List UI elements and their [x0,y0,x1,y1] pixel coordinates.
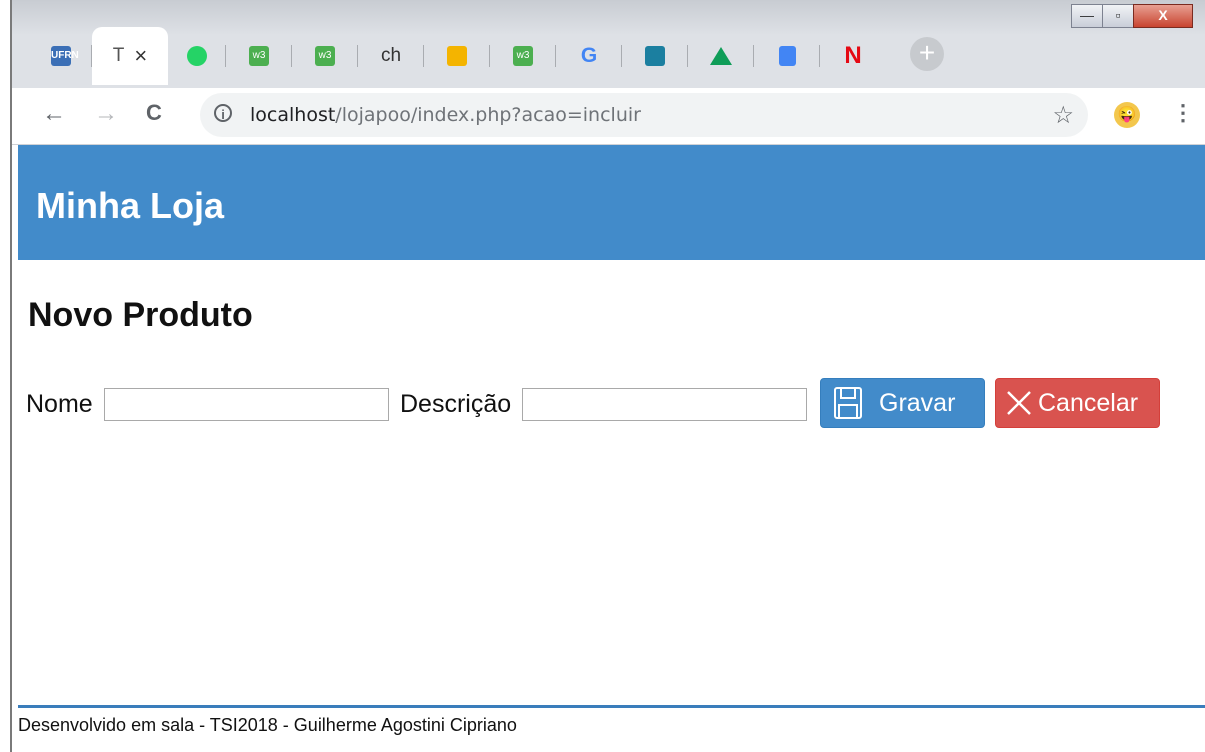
tab-chat[interactable] [424,27,490,85]
tab-ufrn[interactable]: UFRN [30,27,92,85]
tab-strip: UFRN T × w3 w3 ch w3 G N [30,27,886,85]
cancel-button[interactable]: Cancelar [995,378,1160,428]
tab-google[interactable]: G [556,27,622,85]
w3schools-icon: w3 [315,46,335,66]
whatsapp-icon [187,46,207,66]
browser-menu-icon[interactable]: ⋮ [1172,100,1194,126]
maximize-button[interactable]: ▫ [1102,4,1134,28]
bird-icon [645,46,665,66]
product-form: Nome Descrição Gravar Cancelar [26,378,1196,428]
floppy-disk-icon [834,387,862,419]
site-header: Minha Loja [18,145,1205,260]
docs-icon [778,46,796,66]
browser-toolbar: ← → C i localhost/lojapoo/index.php?acao… [12,88,1205,145]
minimize-button[interactable]: — [1071,4,1103,28]
tab-ch[interactable]: ch [358,27,424,85]
title-bar: UFRN T × w3 w3 ch w3 G N + — ▫ X [12,0,1205,88]
tab-drive[interactable] [688,27,754,85]
tab-w3schools-1[interactable]: w3 [226,27,292,85]
reload-button[interactable]: C [146,100,162,126]
cancel-button-label: Cancelar [1038,388,1139,417]
tab-ch-label: ch [380,45,402,66]
bookmark-star-icon[interactable]: ☆ [1052,101,1074,130]
netflix-icon: N [844,42,862,69]
footer-divider [18,705,1205,708]
descricao-label: Descrição [400,390,512,418]
save-button-label: Gravar [879,388,956,417]
page-title: Novo Produto [28,296,253,334]
profile-avatar-icon[interactable]: 😜 [1114,102,1140,128]
info-icon[interactable]: i [214,104,232,122]
brand-title[interactable]: Minha Loja [36,185,224,227]
tab-bird[interactable] [622,27,688,85]
w3schools-icon: w3 [513,46,533,66]
drive-icon [710,47,732,65]
nome-label: Nome [26,390,93,418]
tab-w3schools-3[interactable]: w3 [490,27,556,85]
new-tab-button[interactable]: + [910,37,944,71]
page-content: Minha Loja Novo Produto Nome Descrição G… [12,145,1205,752]
google-icon: G [580,44,598,67]
forward-button[interactable]: → [94,100,118,128]
footer-text: Desenvolvido em sala - TSI2018 - Guilher… [18,715,517,735]
ufrn-icon: UFRN [51,46,79,66]
save-button[interactable]: Gravar [820,378,985,428]
nome-input[interactable] [104,388,389,421]
url-text[interactable]: localhost/lojapoo/index.php?acao=incluir [250,104,641,126]
tab-netflix[interactable]: N [820,27,886,85]
close-icon [1007,391,1031,415]
tab-active[interactable]: T × [92,27,168,85]
close-tab-icon[interactable]: × [134,43,147,69]
tab-w3schools-2[interactable]: w3 [292,27,358,85]
back-button[interactable]: ← [42,100,66,128]
w3schools-icon: w3 [249,46,269,66]
address-bar[interactable]: i localhost/lojapoo/index.php?acao=inclu… [200,93,1088,137]
descricao-input[interactable] [522,388,807,421]
browser-window: UFRN T × w3 w3 ch w3 G N + — ▫ X ← → C i… [10,0,1205,752]
close-window-button[interactable]: X [1133,4,1193,28]
window-controls: — ▫ X [1071,4,1193,28]
tab-docs[interactable] [754,27,820,85]
tab-whatsapp[interactable] [168,27,226,85]
tab-active-label: T [112,45,125,66]
chat-icon [447,46,467,66]
